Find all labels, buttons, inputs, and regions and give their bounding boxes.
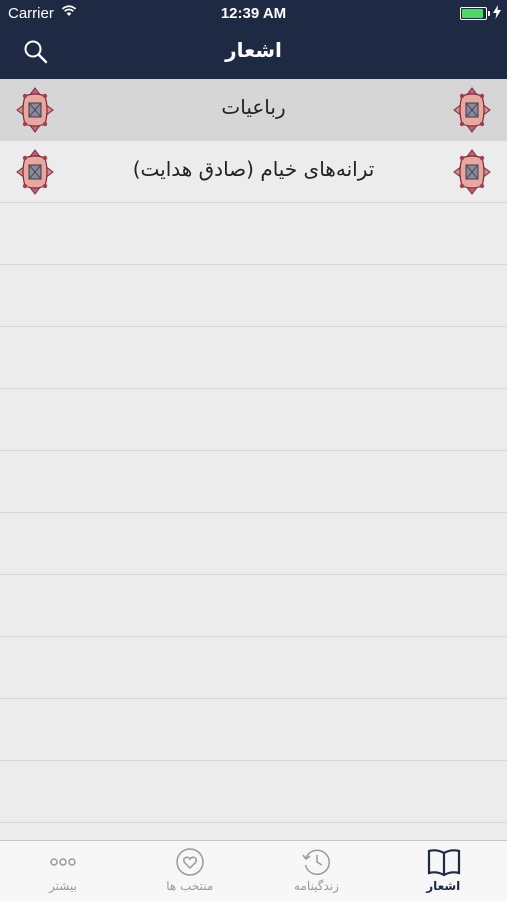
tab-more[interactable]: بیشتر	[0, 841, 126, 901]
tab-label: منتخب ها	[166, 879, 214, 893]
history-clock-icon	[301, 849, 330, 876]
tab-label: زندگینامه	[294, 879, 339, 893]
empty-row	[0, 761, 507, 823]
ornament-icon	[16, 87, 54, 133]
status-time: 12:39 AM	[220, 5, 287, 22]
tab-bar: بیشتر منتخب ها زندگینامه اشعار	[0, 840, 507, 901]
more-icon	[50, 858, 76, 866]
heart-icon	[176, 848, 204, 876]
list-item-label: رباعیات	[221, 95, 286, 119]
list-item[interactable]: رباعیات	[0, 79, 507, 141]
tab-label: اشعار	[426, 879, 461, 893]
tab-heart[interactable]: منتخب ها	[127, 841, 253, 901]
tab-book[interactable]: اشعار	[380, 841, 506, 901]
empty-row	[0, 389, 507, 451]
ornament-icon	[453, 87, 491, 133]
poem-list: رباعیات ترانه‌های خیام (صادق هدایت)	[0, 79, 507, 823]
empty-row	[0, 327, 507, 389]
tab-history-clock[interactable]: زندگینامه	[254, 841, 380, 901]
list-item[interactable]: ترانه‌های خیام (صادق هدایت)	[0, 141, 507, 203]
navigation-bar: اشعار	[0, 28, 507, 79]
empty-row	[0, 699, 507, 761]
page-title: اشعار	[225, 38, 282, 62]
charging-bolt-icon	[493, 5, 501, 19]
list-item-label: ترانه‌های خیام (صادق هدایت)	[132, 157, 375, 181]
empty-row	[0, 575, 507, 637]
battery-icon	[460, 7, 490, 20]
ornament-icon	[16, 149, 54, 195]
status-bar: Carrier 12:39 AM	[0, 0, 507, 28]
ornament-icon	[453, 149, 491, 195]
book-icon	[428, 849, 461, 877]
empty-row	[0, 513, 507, 575]
empty-row	[0, 451, 507, 513]
tab-label: بیشتر	[49, 879, 77, 893]
empty-row	[0, 637, 507, 699]
empty-row	[0, 203, 507, 265]
empty-row	[0, 265, 507, 327]
